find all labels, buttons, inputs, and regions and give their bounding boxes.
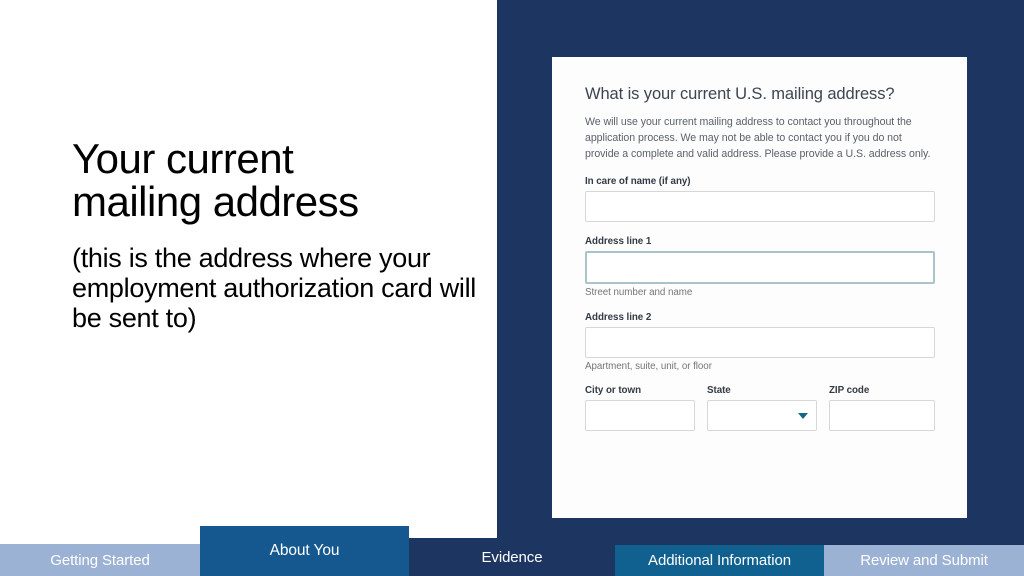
- state-select[interactable]: [707, 400, 817, 432]
- nav-step-about-you[interactable]: About You: [200, 526, 409, 576]
- address-line-1-input[interactable]: [585, 251, 935, 285]
- state-label: State: [707, 385, 731, 397]
- nav-step-evidence[interactable]: Evidence: [409, 538, 615, 576]
- address-line-2-input[interactable]: [585, 327, 935, 359]
- zip-code-input[interactable]: [829, 400, 935, 432]
- address-line-1-label: Address line 1: [585, 236, 652, 248]
- field-state: State: [707, 385, 817, 432]
- in-care-of-name-input[interactable]: [585, 191, 935, 223]
- nav-step-additional-information[interactable]: Additional Information: [615, 545, 824, 576]
- slide-subheadline: (this is the address where your employme…: [72, 242, 476, 333]
- field-address-line-1: Address line 1 Street number and name: [585, 236, 935, 298]
- address-line-1-hint: Street number and name: [585, 287, 693, 299]
- slide-headline: Your current mailing address: [72, 135, 359, 226]
- city-state-zip-row: City or town State ZIP code: [585, 385, 935, 432]
- zip-code-label: ZIP code: [829, 385, 870, 397]
- address-line-2-label: Address line 2: [585, 312, 652, 324]
- field-in-care-of-name: In care of name (if any): [585, 176, 935, 223]
- field-address-line-2: Address line 2 Apartment, suite, unit, o…: [585, 312, 935, 372]
- city-or-town-input[interactable]: [585, 400, 695, 432]
- chevron-down-icon: [798, 413, 808, 420]
- field-zip-code: ZIP code: [829, 385, 935, 432]
- form-intro-text: We will use your current mailing address…: [585, 115, 931, 160]
- form-question-heading: What is your current U.S. mailing addres…: [585, 85, 895, 103]
- city-or-town-label: City or town: [585, 385, 642, 397]
- in-care-of-name-label: In care of name (if any): [585, 176, 691, 188]
- slide-canvas: Your current mailing address (this is th…: [0, 0, 1024, 576]
- left-text-block: Your current mailing address (this is th…: [72, 137, 482, 333]
- nav-step-getting-started[interactable]: Getting Started: [0, 544, 200, 576]
- nav-step-review-and-submit[interactable]: Review and Submit: [824, 545, 1024, 576]
- form-screenshot-card: What is your current U.S. mailing addres…: [552, 57, 967, 518]
- field-city-or-town: City or town: [585, 385, 695, 432]
- form-content: What is your current U.S. mailing addres…: [585, 85, 935, 432]
- address-line-2-hint: Apartment, suite, unit, or floor: [585, 361, 712, 373]
